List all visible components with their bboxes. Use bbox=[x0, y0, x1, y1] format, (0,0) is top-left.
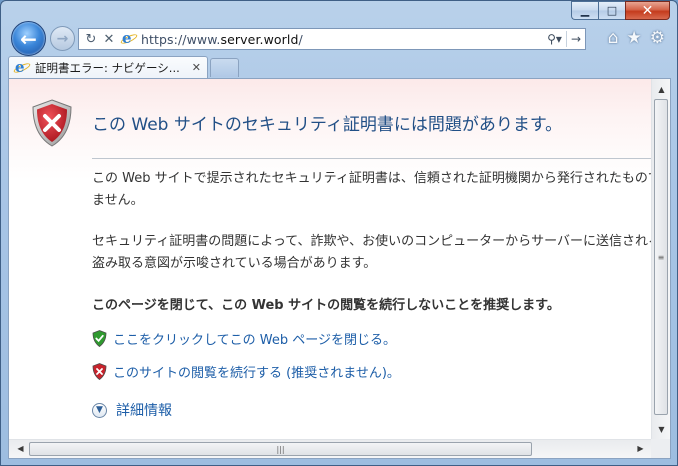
scrollbar-corner bbox=[651, 439, 670, 458]
paragraph-line: ません。 bbox=[92, 193, 144, 208]
risk-paragraph: セキュリティ証明書の問題によって、詐欺や、お使いのコンピューターからサーバーに送… bbox=[92, 231, 652, 275]
tools-gear-icon[interactable]: ⚙ bbox=[650, 28, 665, 48]
favorites-star-icon[interactable]: ★ bbox=[627, 28, 642, 48]
divider bbox=[92, 158, 652, 159]
tab-certificate-error[interactable]: e 証明書エラー: ナビゲーシ... ✕ bbox=[8, 56, 208, 78]
page-title: この Web サイトのセキュリティ証明書には問題があります。 bbox=[92, 115, 563, 135]
paragraph-line: 盗み取る意図が示唆されている場合があります。 bbox=[92, 256, 377, 271]
more-info-link[interactable]: 詳細情報 bbox=[116, 400, 172, 420]
horizontal-scrollbar[interactable]: ◀ ||| ▶ bbox=[9, 439, 652, 458]
continue-row: このサイトの閲覧を続行する (推奨されません)。 bbox=[92, 362, 400, 381]
new-tab-button[interactable] bbox=[210, 58, 239, 77]
back-button[interactable]: ← bbox=[11, 21, 46, 56]
back-arrow-icon: ← bbox=[20, 26, 37, 51]
close-icon: ✕ bbox=[641, 2, 654, 19]
url-suffix: / bbox=[298, 31, 303, 47]
refresh-icon[interactable]: ↻ bbox=[83, 32, 99, 47]
command-icons: ⌂ ★ ⚙ bbox=[608, 28, 665, 48]
scroll-down-icon[interactable]: ▼ bbox=[652, 421, 670, 438]
vertical-scroll-thumb[interactable]: ≡ bbox=[654, 99, 668, 415]
minimize-button[interactable]: ▁ bbox=[571, 1, 598, 20]
expand-chevron-icon[interactable]: ▼ bbox=[92, 402, 107, 418]
more-info-row[interactable]: ▼ 詳細情報 bbox=[92, 400, 172, 420]
address-bar[interactable]: ↻ ✕ e https://www.server.world/ ⚲▾ → bbox=[78, 28, 586, 50]
scroll-right-icon[interactable]: ▶ bbox=[631, 440, 650, 457]
forward-arrow-icon: → bbox=[56, 30, 69, 47]
paragraph-line: セキュリティ証明書の問題によって、詐欺や、お使いのコンピューターからサーバーに送… bbox=[92, 234, 652, 249]
search-icon[interactable]: ⚲▾ bbox=[547, 32, 562, 46]
url-prefix: https://www. bbox=[141, 31, 221, 47]
grip-icon: ||| bbox=[276, 444, 285, 454]
url-text[interactable]: https://www.server.world/ bbox=[141, 32, 547, 47]
horizontal-scroll-thumb[interactable]: ||| bbox=[29, 442, 532, 456]
scroll-left-icon[interactable]: ◀ bbox=[11, 440, 30, 457]
forward-button[interactable]: → bbox=[50, 26, 75, 51]
scroll-up-icon[interactable]: ▲ bbox=[652, 81, 670, 98]
maximize-button[interactable]: □ bbox=[598, 1, 625, 20]
vertical-scrollbar[interactable]: ▲ ≡ ▼ bbox=[651, 79, 670, 440]
close-window-button[interactable]: ✕ bbox=[625, 1, 670, 20]
ie-page-icon: e bbox=[119, 29, 139, 47]
tab-title: 証明書エラー: ナビゲーシ... bbox=[35, 60, 180, 75]
paragraph-line: この Web サイトで提示されたセキュリティ証明書は、信頼された証明機関から発行… bbox=[92, 171, 652, 186]
maximize-icon: □ bbox=[606, 4, 618, 17]
grip-icon: ≡ bbox=[657, 252, 665, 262]
certificate-issuer-paragraph: この Web サイトで提示されたセキュリティ証明書は、信頼された証明機関から発行… bbox=[92, 168, 652, 212]
go-arrow-icon[interactable]: → bbox=[571, 32, 581, 46]
tab-close-icon[interactable]: ✕ bbox=[192, 61, 201, 74]
home-icon[interactable]: ⌂ bbox=[608, 28, 619, 48]
recommendation-text: このページを閉じて、この Web サイトの閲覧を続行しないことを推奨します。 bbox=[92, 298, 560, 313]
browser-window: ▁ □ ✕ ← → ↻ ✕ e https://www.server.world… bbox=[0, 0, 678, 466]
page-viewport: この Web サイトのセキュリティ証明書には問題があります。 この Web サイ… bbox=[8, 78, 671, 459]
close-page-link[interactable]: ここをクリックしてこの Web ページを閉じる。 bbox=[113, 329, 396, 348]
url-host: server.world bbox=[220, 31, 299, 47]
continue-to-site-link[interactable]: このサイトの閲覧を続行する (推奨されません)。 bbox=[113, 362, 400, 381]
stop-icon[interactable]: ✕ bbox=[101, 32, 117, 47]
red-shield-x-icon bbox=[92, 363, 107, 380]
security-shield-error-icon bbox=[32, 99, 72, 147]
ie-tab-icon: e bbox=[12, 58, 32, 76]
green-shield-check-icon bbox=[92, 330, 107, 347]
close-page-row: ここをクリックしてこの Web ページを閉じる。 bbox=[92, 329, 396, 348]
minimize-icon: ▁ bbox=[580, 4, 590, 17]
certificate-error-page: この Web サイトのセキュリティ証明書には問題があります。 この Web サイ… bbox=[9, 79, 652, 440]
address-divider bbox=[565, 31, 567, 47]
window-caption-buttons: ▁ □ ✕ bbox=[571, 1, 670, 20]
